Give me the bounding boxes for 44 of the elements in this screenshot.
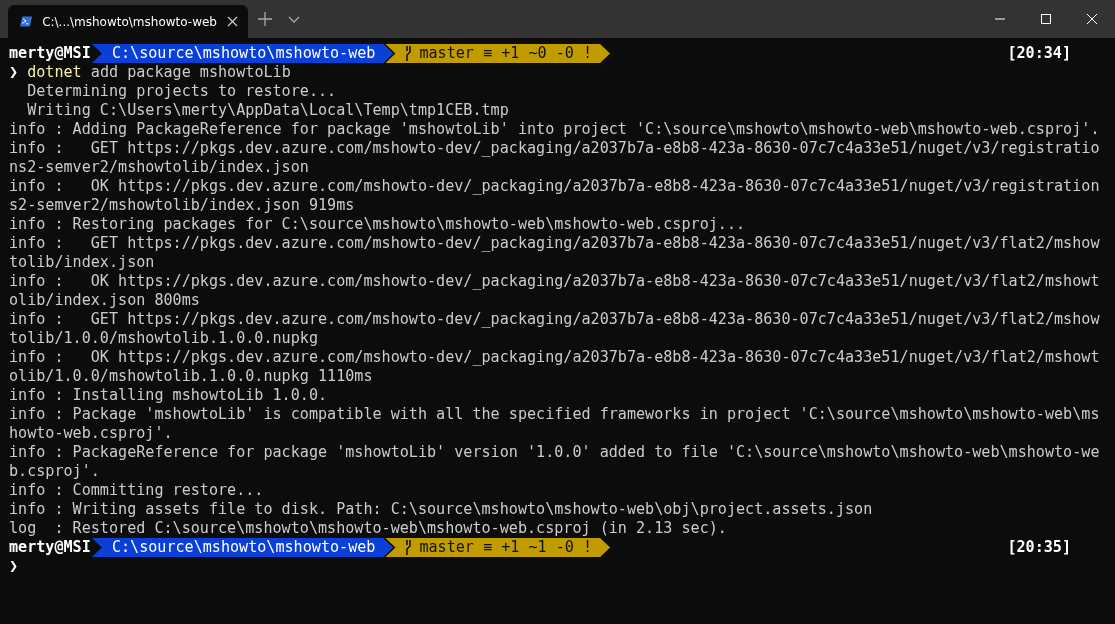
prompt-path: C:\source\mshowto\mshowto-web — [91, 44, 394, 63]
prompt-time: [20:34] — [1007, 44, 1071, 63]
output-line: info : GET https://pkgs.dev.azure.com/mshowto-dev/_packaging/a2037b7a-e8b8-423a-8630-07c7c4a33e51/nuget/v3/flat2/mshow — [9, 234, 1100, 253]
output-line: Writing C:\Users\merty\AppData\Local\Temp\tmp1CEB.tmp — [26, 101, 509, 120]
output-line: Determining projects to restore... — [26, 82, 337, 101]
prompt-chevron: ❯ — [9, 557, 19, 576]
git-branch-status: master ≡ +1 ~0 -0 ! — [385, 44, 611, 63]
git-branch-status: master ≡ +1 ~1 -0 ! — [385, 538, 611, 557]
output-line: tolib/1.0.0/mshowtolib.1.0.0.nupkg — [9, 329, 318, 348]
output-line: log : Restored C:\source\mshowto\mshowto-web\mshowto-web.csproj (in 2.13 sec). — [9, 519, 727, 538]
output-line: info : Restoring packages for C:\source\mshowto\mshowto-web\mshowto-web.csproj... — [9, 215, 746, 234]
output-line: olib/index.json 800ms — [9, 291, 200, 310]
command-name: dotnet — [27, 63, 82, 82]
dropdown-chevron-icon[interactable] — [288, 15, 300, 23]
output-line: info : PackageReference for package 'mshowtoLib' version '1.0.0' added to file 'C:\source\mshowto\mshowto-web\mshowto-we — [9, 443, 1100, 462]
output-line: info : Installing mshowtoLib 1.0.0. — [9, 386, 328, 405]
prompt-path: C:\source\mshowto\mshowto-web — [91, 538, 394, 557]
new-tab-icon[interactable] — [258, 12, 272, 26]
prompt-user: merty@MSI — [9, 44, 92, 63]
output-line: tolib/index.json — [9, 253, 155, 272]
output-line: ns2-semver2/mshowtolib/index.json — [9, 158, 309, 177]
output-line: info : Adding PackageReference for package 'mshowtoLib' into project 'C:\source\mshowto\mshowto-web\mshowto-web.csproj'. — [9, 120, 1100, 139]
prompt-time: [20:35] — [1007, 538, 1071, 557]
output-line: info : Writing assets file to disk. Path: C:\source\mshowto\mshowto-web\obj\project.assets.json — [9, 500, 873, 519]
output-line: info : OK https://pkgs.dev.azure.com/mshowto-dev/_packaging/a2037b7a-e8b8-423a-8630-07c7c4a33e51/nuget/v3/flat2/mshowt — [9, 348, 1100, 367]
tab-title: C:\...\mshowto\mshowto-web — [42, 14, 217, 29]
prompt-user: merty@MSI — [9, 538, 92, 557]
output-line: info : GET https://pkgs.dev.azure.com/mshowto-dev/_packaging/a2037b7a-e8b8-423a-8630-07c7c4a33e51/nuget/v3/registratio — [9, 139, 1100, 158]
output-line: info : GET https://pkgs.dev.azure.com/mshowto-dev/_packaging/a2037b7a-e8b8-423a-8630-07c7c4a33e51/nuget/v3/flat2/mshow — [9, 310, 1100, 329]
output-line: b.csproj'. — [9, 462, 100, 481]
prompt-chevron: ❯ — [9, 63, 19, 82]
output-line: howto-web.csproj'. — [9, 424, 173, 443]
output-line: info : Committing restore... — [9, 481, 264, 500]
branch-icon — [405, 540, 414, 555]
output-line: s2-semver2/mshowtolib/index.json 919ms — [9, 196, 355, 215]
branch-icon — [405, 46, 414, 61]
output-line: info : OK https://pkgs.dev.azure.com/mshowto-dev/_packaging/a2037b7a-e8b8-423a-8630-07c7c4a33e51/nuget/v3/flat2/mshowt — [9, 272, 1100, 291]
output-line: info : OK https://pkgs.dev.azure.com/mshowto-dev/_packaging/a2037b7a-e8b8-423a-8630-07c7c4a33e51/nuget/v3/registration — [9, 177, 1100, 196]
terminal-tab[interactable]: C:\...\mshowto\mshowto-web — [8, 5, 248, 38]
output-line: info : Package 'mshowtoLib' is compatible with all the specified frameworks in project 'C:\source\mshowto\mshowto-web\ms — [9, 405, 1100, 424]
powershell-icon — [20, 15, 33, 28]
command-args: add package mshowtoLib — [90, 63, 291, 82]
close-icon[interactable] — [227, 16, 238, 27]
output-line: olib/1.0.0/mshowtolib.1.0.0.nupkg 1110ms — [9, 367, 373, 386]
